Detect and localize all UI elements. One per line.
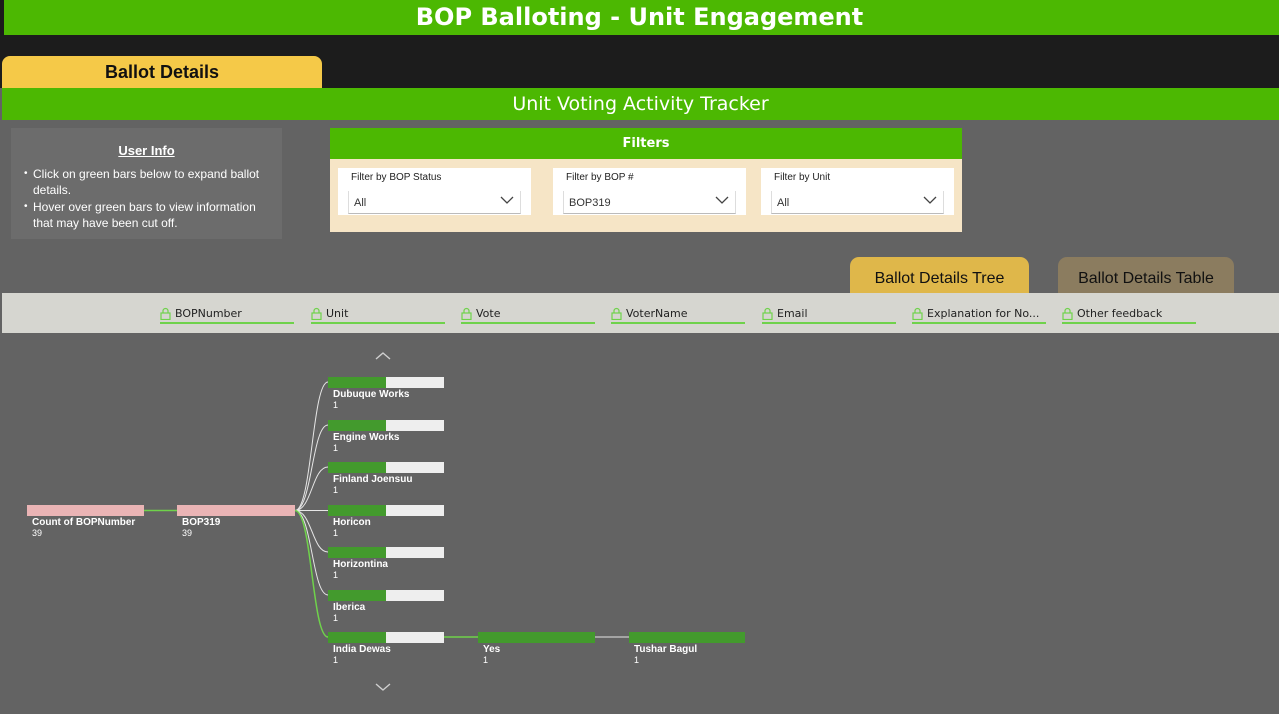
field-explanation[interactable]: Explanation for No... <box>912 306 1046 324</box>
tree-node-unit-fill <box>328 420 386 431</box>
lock-icon <box>1062 307 1073 320</box>
field-label: Other feedback <box>1077 307 1163 320</box>
tree-node-label: Dubuque Works <box>333 389 410 400</box>
chevron-up-icon[interactable] <box>375 351 391 361</box>
slicer-bop-number: Filter by BOP # BOP319 <box>553 168 746 215</box>
field-label: Email <box>777 307 808 320</box>
filters-panel: Filters Filter by BOP Status All Filter … <box>330 128 962 232</box>
field-label: BOPNumber <box>175 307 242 320</box>
tree-node-unit-bar[interactable] <box>328 590 444 601</box>
tree-node-label: Finland Joensuu <box>333 474 413 485</box>
tree-node-label: Count of BOPNumber <box>32 517 136 528</box>
tree-node-unit-fill <box>328 547 386 558</box>
lock-icon <box>611 307 622 320</box>
tree-node-label: Horicon <box>333 517 371 528</box>
dropdown-value: All <box>354 197 367 209</box>
tree-node-unit-bar[interactable] <box>328 377 444 388</box>
user-info-title: User Info <box>118 143 175 158</box>
unit-dropdown[interactable]: All <box>771 191 944 214</box>
field-label: VoterName <box>626 307 688 320</box>
tree-node-value: 1 <box>333 528 339 538</box>
chevron-down-icon <box>923 196 937 204</box>
tree-node-voter-bar[interactable] <box>629 632 745 643</box>
slicer-label: Filter by Unit <box>774 172 831 183</box>
tree-node-label: BOP319 <box>182 517 221 528</box>
field-bopnumber[interactable]: BOPNumber <box>160 306 294 324</box>
field-email[interactable]: Email <box>762 306 896 324</box>
tree-node-unit-bar[interactable] <box>328 547 444 558</box>
tab-ballot-details[interactable]: Ballot Details <box>2 56 322 88</box>
tree-node-label: Yes <box>483 644 501 655</box>
tree-node-value: 1 <box>333 655 339 665</box>
ballot-details-tree-button[interactable]: Ballot Details Tree <box>850 257 1029 293</box>
chevron-down-icon[interactable] <box>375 682 391 692</box>
slicer-unit: Filter by Unit All <box>761 168 954 215</box>
tree-node-unit-bar[interactable] <box>328 632 444 643</box>
lock-icon <box>762 307 773 320</box>
tree-node-bop-bar[interactable] <box>177 505 295 516</box>
tree-node-label: Engine Works <box>333 432 400 443</box>
tree-node-unit-fill <box>328 590 386 601</box>
user-info-tip: Click on green bars below to expand ball… <box>24 166 270 198</box>
tree-node-unit-bar[interactable] <box>328 420 444 431</box>
slicer-label: Filter by BOP Status <box>351 172 442 183</box>
lock-icon <box>912 307 923 320</box>
tree-node-label: Tushar Bagul <box>634 644 698 655</box>
tree-node-unit-fill <box>328 377 386 388</box>
user-info-list: Click on green bars below to expand ball… <box>11 166 282 231</box>
slicer-bop-status: Filter by BOP Status All <box>338 168 531 215</box>
slicer-label: Filter by BOP # <box>566 172 634 183</box>
field-unit[interactable]: Unit <box>311 306 445 324</box>
dropdown-value: All <box>777 197 790 209</box>
tree-node-value: 1 <box>333 443 339 453</box>
tree-node-label: Horizontina <box>333 559 388 570</box>
field-vote[interactable]: Vote <box>461 306 595 324</box>
tree-node-unit-bar[interactable] <box>328 505 444 516</box>
field-label: Vote <box>476 307 501 320</box>
field-label: Unit <box>326 307 349 320</box>
tree-node-value: 1 <box>333 485 339 495</box>
filters-title: Filters <box>330 128 962 159</box>
decomposition-tree: Count of BOPNumber 39 BOP319 39 Dubuque … <box>0 333 1279 714</box>
tree-node-value: 1 <box>483 655 489 665</box>
dropdown-value: BOP319 <box>569 197 611 209</box>
tree-node-value: 1 <box>333 613 339 623</box>
lock-icon <box>160 307 171 320</box>
tree-node-unit-bar[interactable] <box>328 462 444 473</box>
bop-status-dropdown[interactable]: All <box>348 191 521 214</box>
field-votername[interactable]: VoterName <box>611 306 745 324</box>
tree-node-root-bar[interactable] <box>27 505 144 516</box>
page-title: BOP Balloting - Unit Engagement <box>0 0 1279 35</box>
tree-node-vote-bar[interactable] <box>478 632 595 643</box>
tree-node-value: 39 <box>182 528 193 538</box>
tracker-title: Unit Voting Activity Tracker <box>2 88 1279 120</box>
lock-icon <box>311 307 322 320</box>
user-info-panel: User Info Click on green bars below to e… <box>11 128 282 239</box>
tree-node-value: 1 <box>634 655 640 665</box>
field-other-feedback[interactable]: Other feedback <box>1062 306 1196 324</box>
ballot-details-table-button[interactable]: Ballot Details Table <box>1058 257 1234 293</box>
tree-node-value: 1 <box>333 400 339 410</box>
tree-node-label: India Dewas <box>333 644 391 655</box>
user-info-tip: Hover over green bars to view informatio… <box>24 199 270 231</box>
tree-node-value: 39 <box>32 528 43 538</box>
chevron-down-icon <box>715 196 729 204</box>
field-label: Explanation for No... <box>927 307 1040 320</box>
tree-node-unit-fill <box>328 462 386 473</box>
chevron-down-icon <box>500 196 514 204</box>
lock-icon <box>461 307 472 320</box>
tree-node-label: Iberica <box>333 602 366 613</box>
decomposition-fields-strip: BOPNumber Unit Vote VoterName Email Expl… <box>2 293 1279 333</box>
bop-number-dropdown[interactable]: BOP319 <box>563 191 736 214</box>
tree-node-unit-fill <box>328 632 386 643</box>
tree-node-value: 1 <box>333 570 339 580</box>
tree-node-unit-fill <box>328 505 386 516</box>
